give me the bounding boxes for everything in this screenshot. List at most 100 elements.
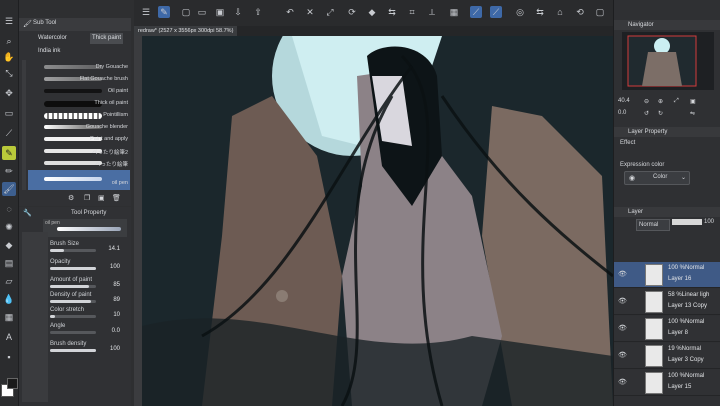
menu-icon[interactable]: ☰ bbox=[140, 6, 152, 18]
pencil-icon[interactable]: ✏ bbox=[2, 164, 16, 178]
sync-icon[interactable]: ⟲ bbox=[574, 6, 586, 18]
tab-india-ink[interactable]: India ink bbox=[36, 46, 62, 57]
rotate-icon[interactable]: ⟳ bbox=[346, 6, 358, 18]
property-value[interactable]: 10 bbox=[113, 312, 120, 318]
opacity-slider[interactable] bbox=[672, 219, 702, 225]
property-value[interactable]: 100 bbox=[110, 346, 120, 352]
grid-icon[interactable]: ▦ bbox=[448, 6, 460, 18]
zoom-value[interactable]: 40.4 bbox=[618, 98, 630, 104]
curve-icon[interactable]: ⟋ bbox=[490, 6, 502, 18]
brush-item[interactable]: Gouache blender bbox=[28, 122, 130, 133]
flip-horizontal-icon[interactable]: ⇋ bbox=[690, 110, 695, 117]
blend-icon[interactable]: 💧 bbox=[2, 292, 16, 306]
tool-property-row[interactable]: Color stretch 10 bbox=[50, 306, 126, 318]
new-icon[interactable]: ▣ bbox=[98, 194, 105, 202]
ruler-icon[interactable]: ⟂ bbox=[426, 6, 438, 18]
link-icon[interactable]: ⇆ bbox=[534, 6, 546, 18]
visibility-eye-icon[interactable]: 👁 bbox=[618, 270, 627, 278]
layer-row[interactable]: 👁 100 %Normal Layer 16 bbox=[614, 262, 720, 288]
rotate-right-icon[interactable]: ↻ bbox=[658, 110, 663, 117]
tab-watercolor[interactable]: Watercolor bbox=[36, 33, 69, 44]
airbrush-icon[interactable]: ◌ bbox=[2, 202, 16, 216]
menu-icon[interactable]: ☰ bbox=[2, 14, 16, 28]
visibility-eye-icon[interactable]: 👁 bbox=[618, 324, 627, 332]
fit-icon[interactable]: ⤢ bbox=[674, 98, 679, 105]
property-value[interactable]: 0.0 bbox=[112, 328, 120, 334]
snap-icon[interactable]: ⌗ bbox=[406, 6, 418, 18]
stroke-icon[interactable]: ⟋ bbox=[470, 6, 482, 18]
brush-item[interactable]: Oil paint bbox=[28, 86, 130, 97]
property-slider[interactable] bbox=[50, 331, 96, 334]
tab-thick-paint[interactable]: Thick paint bbox=[90, 33, 124, 44]
zoom-in-icon[interactable]: ⊕ bbox=[658, 98, 663, 105]
export-icon[interactable]: ⇧ bbox=[252, 6, 264, 18]
zoom-out-icon[interactable]: ⊖ bbox=[644, 98, 649, 105]
pen-icon[interactable]: ✎ bbox=[2, 146, 16, 160]
layer-icon[interactable]: ◎ bbox=[514, 6, 526, 18]
hand-icon[interactable]: ✋ bbox=[2, 50, 16, 64]
property-slider[interactable] bbox=[50, 300, 96, 303]
figure-icon[interactable]: ▦ bbox=[2, 310, 16, 324]
property-slider[interactable] bbox=[50, 315, 96, 318]
move-icon[interactable]: ✥ bbox=[2, 86, 16, 100]
opacity-value[interactable]: 100 bbox=[704, 219, 714, 225]
brush-item[interactable]: ペったり絵筆2 bbox=[28, 146, 130, 157]
angle-value[interactable]: 0.0 bbox=[618, 110, 626, 116]
eyedropper-icon[interactable]: ⟋ bbox=[2, 126, 16, 140]
property-slider[interactable] bbox=[50, 285, 96, 288]
property-value[interactable]: 89 bbox=[113, 297, 120, 303]
blend-mode-select[interactable]: Normal bbox=[636, 219, 670, 231]
rotate-left-icon[interactable]: ↺ bbox=[644, 110, 649, 117]
brush-mode-icon[interactable]: ✎ bbox=[158, 6, 170, 18]
tool-property-row[interactable]: Angle 0.0 bbox=[50, 322, 126, 334]
text-icon[interactable]: A bbox=[2, 330, 16, 344]
tool-property-row[interactable]: Brush density 100 bbox=[50, 340, 126, 352]
selection-icon[interactable]: ▭ bbox=[2, 106, 16, 120]
expression-color-select[interactable]: ◉ Color ⌄ bbox=[624, 171, 690, 185]
brush-icon[interactable]: 🖌 bbox=[2, 182, 16, 196]
trash-icon[interactable]: 🗑 bbox=[112, 194, 121, 202]
operation-icon[interactable]: ⤡ bbox=[2, 66, 16, 80]
brush-item[interactable]: Dry Gouache bbox=[28, 62, 130, 73]
property-value[interactable]: 85 bbox=[113, 282, 120, 288]
property-value[interactable]: 100 bbox=[110, 264, 120, 270]
eraser-icon[interactable]: ▱ bbox=[2, 274, 16, 288]
settings-icon[interactable]: ⚙ bbox=[68, 194, 74, 202]
brush-item[interactable]: Paint and apply bbox=[28, 134, 130, 145]
window-icon[interactable]: ▢ bbox=[594, 6, 606, 18]
layer-row[interactable]: 👁 19 %Normal Layer 3 Copy bbox=[614, 343, 720, 369]
tool-property-row[interactable]: Density of paint 89 bbox=[50, 291, 126, 303]
gradient-icon[interactable]: ▤ bbox=[2, 256, 16, 270]
tool-property-row[interactable]: Brush Size 14.1 bbox=[50, 240, 126, 252]
sub-color-swatch[interactable] bbox=[7, 378, 18, 389]
visibility-eye-icon[interactable]: 👁 bbox=[618, 378, 627, 386]
flip-icon[interactable]: ⇆ bbox=[386, 6, 398, 18]
layer-row[interactable]: 👁 100 %Normal Layer 15 bbox=[614, 370, 720, 396]
layer-row[interactable]: 👁 100 %Normal Layer 8 bbox=[614, 316, 720, 342]
new-file-icon[interactable]: ▢ bbox=[180, 6, 192, 18]
document-tab[interactable]: redraw* (2527 x 3556px 300dpi 58.7%) bbox=[134, 26, 238, 36]
visibility-eye-icon[interactable]: 👁 bbox=[618, 297, 627, 305]
navigator-preview[interactable] bbox=[622, 32, 714, 90]
tool-property-row[interactable]: Opacity 100 bbox=[50, 258, 126, 270]
lock-icon[interactable]: ⌂ bbox=[554, 6, 566, 18]
property-value[interactable]: 14.1 bbox=[108, 246, 120, 252]
undo-icon[interactable]: ↶ bbox=[284, 6, 296, 18]
drawing-canvas[interactable] bbox=[142, 36, 613, 406]
decoration-icon[interactable]: ✺ bbox=[2, 220, 16, 234]
tool-property-row[interactable]: Amount of paint 85 bbox=[50, 276, 126, 288]
brush-item-selected[interactable]: oil pen bbox=[28, 170, 130, 190]
import-icon[interactable]: ⇩ bbox=[232, 6, 244, 18]
actual-size-icon[interactable]: ▣ bbox=[690, 98, 696, 105]
visibility-eye-icon[interactable]: 👁 bbox=[618, 351, 627, 359]
brush-item[interactable]: ペったり絵筆 bbox=[28, 158, 130, 169]
property-slider[interactable] bbox=[50, 249, 96, 252]
layer-row[interactable]: 👁 58 %Linear ligh Layer 13 Copy bbox=[614, 289, 720, 315]
brush-item[interactable]: Flat Gouache brush bbox=[28, 74, 130, 85]
property-slider[interactable] bbox=[50, 349, 96, 352]
correct-line-icon[interactable]: ▪ bbox=[2, 350, 16, 364]
open-icon[interactable]: ▭ bbox=[196, 6, 208, 18]
transform-icon[interactable]: ⤢ bbox=[324, 6, 336, 18]
brush-item[interactable]: Thick oil paint bbox=[28, 98, 130, 109]
zoom-icon[interactable]: ⌕ bbox=[2, 34, 16, 48]
